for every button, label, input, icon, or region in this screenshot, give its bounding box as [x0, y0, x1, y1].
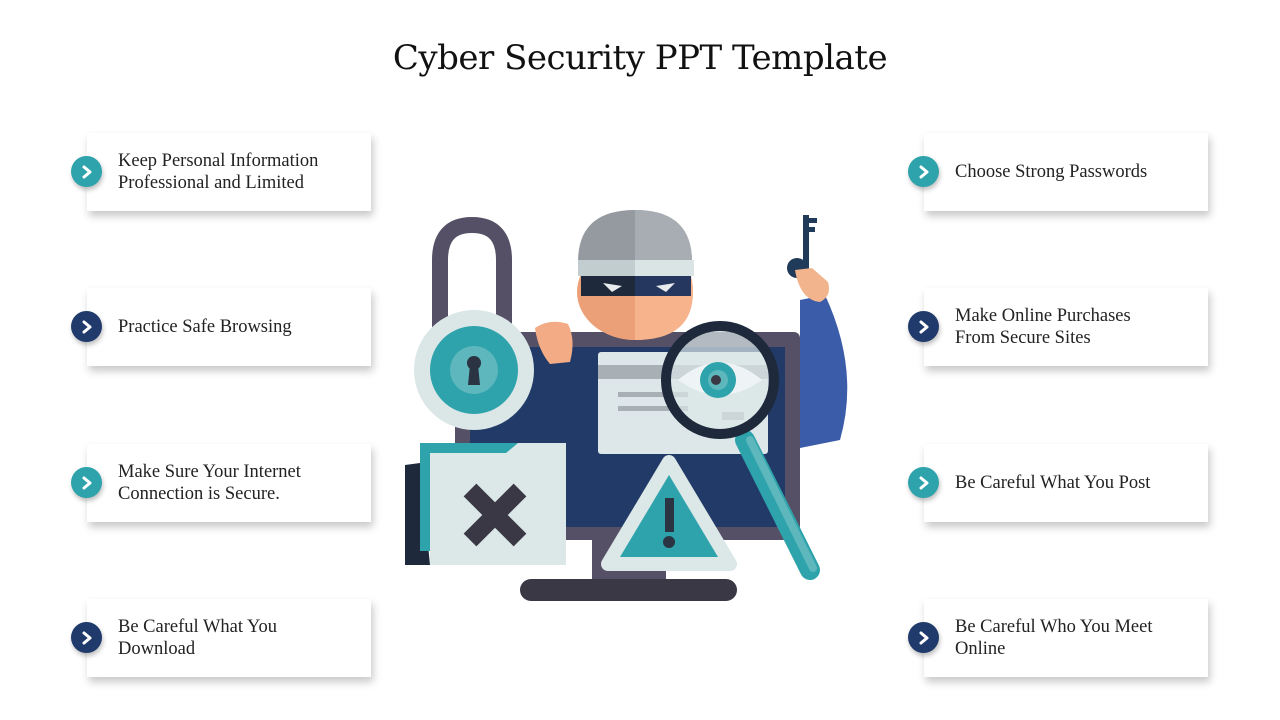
- tip-text: Choose Strong Passwords: [955, 162, 1148, 182]
- chevron-right-icon: [71, 467, 102, 498]
- chevron-right-icon: [908, 311, 939, 342]
- padlock-icon: [414, 216, 534, 430]
- tip-text: Keep Personal Information Professional a…: [118, 151, 319, 193]
- tip-card-right-1: Choose Strong Passwords: [924, 133, 1208, 211]
- cyber-security-illustration: [405, 210, 848, 601]
- chevron-right-icon: [908, 622, 939, 653]
- tip-card-right-3: Be Careful What You Post: [924, 444, 1208, 522]
- tip-text: Be Careful What You Post: [955, 473, 1151, 493]
- tip-text: Practice Safe Browsing: [118, 317, 292, 337]
- chevron-right-icon: [71, 156, 102, 187]
- chevron-right-icon: [71, 622, 102, 653]
- tip-text: Be Careful What You Download: [118, 617, 277, 659]
- tip-card-left-3: Make Sure Your Internet Connection is Se…: [87, 444, 371, 522]
- chevron-right-icon: [71, 311, 102, 342]
- tip-text: Be Careful Who You Meet Online: [955, 617, 1153, 659]
- tip-card-right-2: Make Online Purchases From Secure Sites: [924, 288, 1208, 366]
- tip-card-left-4: Be Careful What You Download: [87, 599, 371, 677]
- chevron-right-icon: [908, 156, 939, 187]
- slide-title: Cyber Security PPT Template: [392, 38, 888, 78]
- tip-text: Make Online Purchases From Secure Sites: [955, 306, 1131, 348]
- tip-card-right-4: Be Careful Who You Meet Online: [924, 599, 1208, 677]
- folder-x-icon: [405, 443, 566, 565]
- tip-card-left-2: Practice Safe Browsing: [87, 288, 371, 366]
- tip-text: Make Sure Your Internet Connection is Se…: [118, 462, 301, 504]
- chevron-right-icon: [908, 467, 939, 498]
- tip-card-left-1: Keep Personal Information Professional a…: [87, 133, 371, 211]
